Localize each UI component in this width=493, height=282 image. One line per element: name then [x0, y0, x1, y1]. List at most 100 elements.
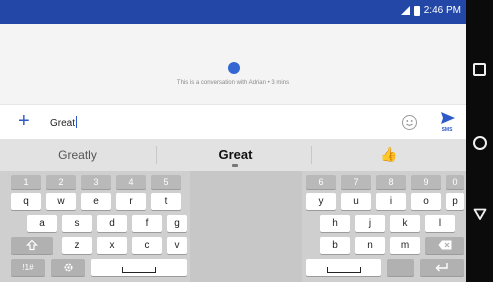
key-label: s	[74, 218, 80, 229]
key-x[interactable]: x	[97, 237, 127, 254]
key-4[interactable]: 4	[116, 175, 146, 189]
key-o[interactable]: o	[411, 193, 441, 210]
symbols-key[interactable]: !1#	[11, 259, 45, 276]
status-icons: 2:46 PM	[400, 5, 461, 16]
key-i[interactable]: i	[376, 193, 406, 210]
spacebar-left[interactable]	[91, 259, 187, 276]
key-label: p	[452, 196, 458, 207]
key-g[interactable]: g	[167, 215, 187, 232]
period-key[interactable]	[387, 259, 414, 276]
settings-key[interactable]	[51, 259, 85, 276]
send-icon	[441, 112, 455, 124]
suggestion-1[interactable]: Greatly	[0, 148, 155, 162]
backspace-icon	[438, 240, 451, 250]
shift-icon	[26, 239, 38, 251]
suggestion-more-indicator	[232, 164, 238, 167]
key-6[interactable]: 6	[306, 175, 336, 189]
back-button[interactable]	[473, 207, 487, 221]
key-l[interactable]: l	[425, 215, 455, 232]
key-label: r	[129, 196, 133, 207]
key-s[interactable]: s	[62, 215, 92, 232]
key-k[interactable]: k	[390, 215, 420, 232]
key-p[interactable]: p	[446, 193, 464, 210]
message-input[interactable]: Great	[50, 116, 78, 129]
key-label: !1#	[22, 263, 34, 272]
add-attachment-button[interactable]: +	[18, 111, 30, 131]
key-label: e	[93, 196, 99, 207]
key-2[interactable]: 2	[46, 175, 76, 189]
space-icon	[122, 267, 156, 273]
key-b[interactable]: b	[320, 237, 350, 254]
conversation-area: This is a conversation with Adrian • 3 m…	[0, 24, 466, 104]
enter-key[interactable]	[420, 259, 464, 276]
key-label: u	[353, 196, 359, 207]
back-triangle-icon	[473, 208, 487, 220]
key-label: b	[332, 240, 338, 251]
contact-avatar[interactable]	[228, 62, 240, 74]
key-y[interactable]: y	[306, 193, 336, 210]
key-label: x	[109, 240, 115, 251]
key-label: h	[332, 218, 338, 229]
key-label: k	[402, 218, 408, 229]
key-q[interactable]: q	[11, 193, 41, 210]
emoji-button[interactable]	[402, 115, 417, 130]
key-label: t	[164, 196, 168, 207]
status-time: 2:46 PM	[423, 5, 461, 16]
battery-icon	[413, 5, 420, 16]
key-u[interactable]: u	[341, 193, 371, 210]
key-label: w	[57, 196, 65, 207]
key-8[interactable]: 8	[376, 175, 406, 189]
send-button[interactable]: SMS	[436, 110, 458, 136]
recent-apps-button[interactable]	[473, 63, 486, 76]
send-label: SMS	[441, 127, 453, 133]
home-button[interactable]	[473, 136, 487, 150]
suggestion-2[interactable]: Great	[158, 147, 313, 162]
key-label: m	[400, 240, 410, 251]
key-d[interactable]: d	[97, 215, 127, 232]
key-label: v	[174, 240, 180, 251]
key-t[interactable]: t	[151, 193, 181, 210]
key-m[interactable]: m	[390, 237, 420, 254]
key-9[interactable]: 9	[411, 175, 441, 189]
key-5[interactable]: 5	[151, 175, 181, 189]
backspace-key[interactable]	[425, 237, 464, 254]
key-e[interactable]: e	[81, 193, 111, 210]
smiley-icon	[406, 120, 413, 126]
signal-icon	[400, 6, 410, 15]
key-z[interactable]: z	[62, 237, 92, 254]
key-1[interactable]: 1	[11, 175, 41, 189]
gear-icon	[63, 263, 73, 272]
key-label: i	[389, 196, 393, 207]
key-7[interactable]: 7	[341, 175, 371, 189]
key-label: f	[145, 218, 149, 229]
key-label: y	[318, 196, 324, 207]
space-icon	[326, 267, 361, 273]
key-r[interactable]: r	[116, 193, 146, 210]
key-n[interactable]: n	[355, 237, 385, 254]
key-w[interactable]: w	[46, 193, 76, 210]
key-label: c	[144, 240, 150, 251]
key-f[interactable]: f	[132, 215, 162, 232]
key-label: n	[367, 240, 373, 251]
key-0[interactable]: 0	[446, 175, 464, 189]
key-label: z	[74, 240, 80, 251]
key-label: a	[39, 218, 45, 229]
key-c[interactable]: c	[132, 237, 162, 254]
enter-icon	[435, 263, 448, 272]
key-label: o	[423, 196, 429, 207]
conversation-info: This is a conversation with Adrian • 3 m…	[176, 80, 290, 86]
spacebar-right[interactable]	[306, 259, 381, 276]
key-label: j	[368, 218, 372, 229]
key-3[interactable]: 3	[81, 175, 111, 189]
shift-key[interactable]	[11, 237, 53, 254]
text-cursor	[76, 116, 78, 128]
key-a[interactable]: a	[27, 215, 57, 232]
key-v[interactable]: v	[167, 237, 187, 254]
status-bar: 2:46 PM	[0, 0, 466, 24]
navigation-bar	[466, 0, 493, 282]
suggestion-divider	[156, 146, 157, 164]
suggestion-strip: Greatly Great 👍	[0, 139, 466, 171]
suggestion-3[interactable]: 👍	[312, 146, 466, 163]
key-h[interactable]: h	[320, 215, 350, 232]
key-j[interactable]: j	[355, 215, 385, 232]
